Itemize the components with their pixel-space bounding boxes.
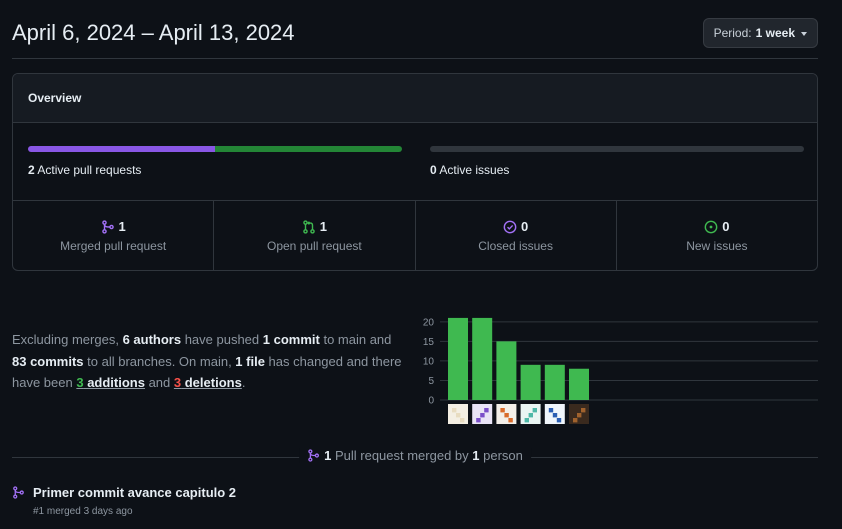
commits-all-count: 83 commits bbox=[12, 353, 84, 369]
active-pr-text: Active pull requests bbox=[37, 163, 142, 177]
authors-count: 6 authors bbox=[122, 332, 182, 347]
y-tick-label: 20 bbox=[423, 317, 435, 328]
merged-pr-label: Merged pull request bbox=[60, 239, 167, 253]
active-issues-count: 0 bbox=[430, 163, 437, 177]
issue-opened-icon bbox=[704, 220, 718, 233]
pull-requests-progress bbox=[28, 146, 402, 152]
issue-closed-icon bbox=[503, 220, 517, 233]
pr-meta: #1 merged 3 days ago bbox=[33, 506, 133, 517]
active-issues-text: Active issues bbox=[439, 163, 510, 177]
merged-summary: 1 Pull request merged by 1 person bbox=[299, 448, 531, 463]
commit-summary: Excluding merges, 6 authors have pushed … bbox=[12, 329, 404, 394]
pr-title: Primer commit avance capitulo 2 bbox=[33, 485, 237, 500]
additions-word: additions bbox=[83, 375, 145, 390]
new-issues-count: 0 bbox=[722, 219, 730, 234]
pr-title-link[interactable]: Primer commit avance capitulo 2 bbox=[12, 485, 818, 500]
git-merge-icon bbox=[308, 449, 319, 462]
open-pr-count: 1 bbox=[319, 219, 327, 234]
y-tick-label: 10 bbox=[423, 356, 435, 367]
avatar-icon[interactable] bbox=[448, 404, 468, 424]
merged-pr-count: 1 bbox=[118, 219, 126, 234]
bar-author-5[interactable] bbox=[544, 364, 565, 400]
additions-link[interactable]: 3 additions bbox=[76, 375, 145, 390]
caret-down-icon bbox=[801, 31, 807, 36]
git-pull-request-icon bbox=[302, 219, 315, 234]
active-pr-count: 2 bbox=[28, 163, 35, 177]
bar-author-1[interactable] bbox=[448, 317, 468, 400]
y-tick-label: 0 bbox=[428, 396, 434, 407]
avatar-icon[interactable] bbox=[569, 404, 589, 424]
overview-bars: 2 Active pull requests 0 Active issues bbox=[13, 123, 817, 201]
bar-author-3[interactable] bbox=[496, 341, 517, 400]
merged-divider: 1 Pull request merged by 1 person bbox=[12, 448, 818, 466]
period-button[interactable]: Period: 1 week bbox=[702, 18, 818, 48]
date-range-title: April 6, 2024 – April 13, 2024 bbox=[12, 20, 295, 45]
y-tick-label: 15 bbox=[423, 337, 435, 348]
deletions-word: deletions bbox=[181, 375, 242, 390]
avatar-icon[interactable] bbox=[496, 404, 517, 424]
open-pr-label: Open pull request bbox=[267, 239, 362, 253]
closed-issues-count: 0 bbox=[521, 219, 529, 234]
summary-text: have pushed bbox=[181, 332, 263, 347]
pull-request-item: Primer commit avance capitulo 2 #1 merge… bbox=[12, 485, 818, 517]
active-pull-requests-label[interactable]: 2 Active pull requests bbox=[28, 163, 141, 177]
avatar-icon[interactable] bbox=[520, 404, 541, 424]
page-header: April 6, 2024 – April 13, 2024 Period: 1… bbox=[12, 0, 818, 59]
new-issues-label: New issues bbox=[686, 239, 748, 253]
overview-title: Overview bbox=[13, 74, 817, 123]
period-value: 1 week bbox=[755, 26, 795, 40]
y-tick-label: 5 bbox=[428, 376, 434, 387]
merged-text: Pull request merged by bbox=[331, 448, 473, 463]
overview-stats: 1 Merged pull request 1 Open pull reques… bbox=[13, 201, 817, 270]
open-segment bbox=[215, 146, 402, 152]
bar-author-2[interactable] bbox=[472, 317, 493, 400]
stat-closed-issues[interactable]: 0 Closed issues bbox=[416, 201, 617, 270]
commits-main-count: 1 commit bbox=[262, 332, 320, 347]
git-merge-icon bbox=[101, 219, 114, 234]
deletions-link[interactable]: 3 deletions bbox=[174, 375, 242, 390]
summary-text: Excluding merges, bbox=[12, 332, 123, 347]
merged-segment bbox=[28, 146, 215, 152]
issues-progress bbox=[430, 146, 804, 152]
overview-panel: Overview 2 Active pull requests 0 Active… bbox=[12, 73, 818, 271]
summary-text: to all branches. On main, bbox=[83, 353, 236, 369]
stat-open-pull-request[interactable]: 1 Open pull request bbox=[214, 201, 416, 270]
closed-issues-label: Closed issues bbox=[478, 239, 553, 253]
summary-text: to main and bbox=[319, 332, 392, 347]
summary-text: and bbox=[144, 375, 174, 390]
merged-text: person bbox=[479, 448, 523, 463]
stat-merged-pull-request[interactable]: 1 Merged pull request bbox=[13, 201, 215, 270]
bar-author-6[interactable] bbox=[569, 368, 589, 400]
avatar-icon[interactable] bbox=[472, 404, 493, 424]
commits-by-author-chart: 0 5 10 15 20 bbox=[423, 317, 818, 424]
summary-text: . bbox=[241, 375, 246, 390]
files-changed-count: 1 file bbox=[235, 353, 265, 369]
avatar-icon[interactable] bbox=[544, 404, 565, 424]
period-label: Period: bbox=[713, 26, 752, 40]
stat-new-issues[interactable]: 0 New issues bbox=[617, 201, 817, 270]
bar-author-4[interactable] bbox=[520, 364, 541, 400]
active-issues-label[interactable]: 0 Active issues bbox=[430, 163, 509, 177]
git-merge-icon bbox=[13, 486, 24, 499]
additions-count: 3 bbox=[76, 375, 84, 390]
